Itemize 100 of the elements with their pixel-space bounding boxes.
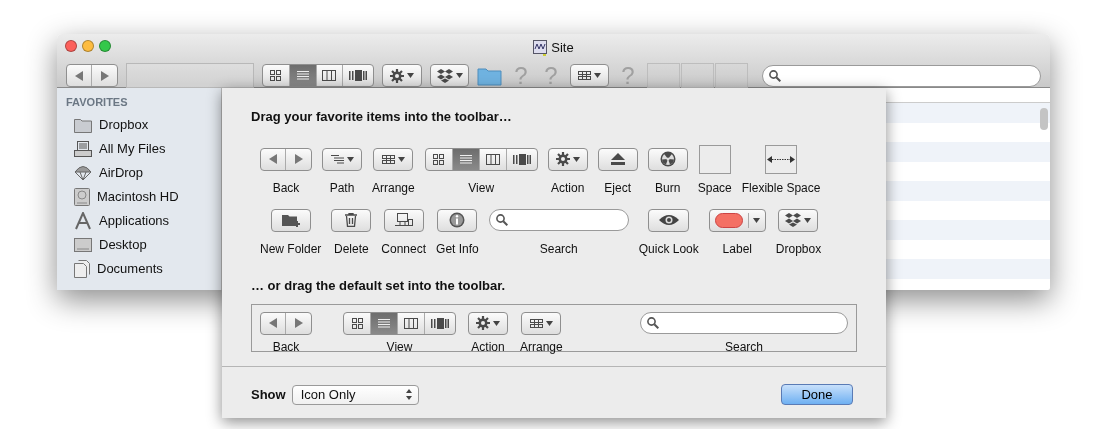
site-icon: [533, 40, 548, 56]
arrange-button[interactable]: [373, 147, 414, 171]
arrange-icon: [578, 71, 591, 80]
delete-button[interactable]: [331, 208, 372, 232]
action-button[interactable]: [382, 64, 422, 87]
done-button[interactable]: Done: [781, 384, 853, 405]
view-mode-control[interactable]: [262, 64, 374, 87]
flexible-space-placeholder[interactable]: [765, 144, 798, 174]
eye-icon: [658, 214, 679, 226]
search-field[interactable]: [762, 64, 1041, 87]
view-mode-segment[interactable]: [289, 65, 317, 86]
trash-icon: [345, 213, 358, 227]
eject-button[interactable]: [597, 147, 638, 171]
sidebar-item[interactable]: Macintosh HD: [57, 185, 221, 210]
parachute-icon: [74, 165, 92, 181]
item-label: Action: [551, 179, 585, 197]
close-button[interactable]: [65, 40, 77, 52]
new-folder-button[interactable]: [270, 208, 311, 232]
right-triangle-icon: [294, 318, 303, 328]
grid-icon: [433, 153, 445, 165]
view-mode-control[interactable]: [424, 147, 538, 171]
search-field[interactable]: [640, 312, 848, 334]
arrange-icon: [381, 154, 395, 164]
scrollbar-thumb[interactable]: [1040, 108, 1048, 130]
box-icon: [436, 68, 453, 83]
search-field[interactable]: [488, 209, 629, 231]
show-select[interactable]: Icon Only: [291, 384, 419, 405]
search-icon: [769, 69, 781, 82]
quick-look-button[interactable]: [648, 208, 690, 232]
item-label: Flexible Space: [741, 179, 821, 197]
folder-icon: [74, 117, 92, 133]
arrange-button[interactable]: [570, 64, 609, 87]
sidebar-item[interactable]: Desktop: [57, 233, 221, 258]
toolbar-slot: [681, 63, 714, 88]
caret-icon: [545, 320, 553, 326]
item-label: Dropbox: [775, 240, 822, 258]
action-button[interactable]: [547, 147, 588, 171]
search-icon: [647, 317, 659, 329]
item-label: Path: [329, 179, 355, 197]
coverflow-icon: [349, 70, 368, 81]
zoom-button[interactable]: [99, 40, 111, 52]
back-forward-control[interactable]: [260, 147, 312, 171]
coverflow-icon: [512, 153, 531, 165]
left-triangle-icon: [75, 70, 83, 81]
coverflow-icon: [431, 317, 449, 329]
caret-icon: [493, 320, 500, 326]
monitor-icon: [394, 213, 413, 227]
label-button[interactable]: [708, 208, 766, 232]
toolbar-slot: [647, 63, 680, 88]
item-label: Delete: [334, 240, 369, 258]
view-mode-control[interactable]: [343, 311, 456, 335]
item-label: Get Info: [436, 240, 479, 258]
caret-icon: [346, 156, 354, 162]
info-button[interactable]: [437, 208, 478, 232]
connect-button[interactable]: [383, 208, 424, 232]
item-label: Quick Look: [638, 240, 699, 258]
arrange-button[interactable]: [521, 311, 562, 335]
columns-icon: [404, 317, 418, 329]
back-forward-control[interactable]: [260, 311, 312, 335]
caret-icon: [572, 156, 580, 162]
item-label: View: [468, 179, 495, 197]
caret-icon: [753, 217, 761, 223]
updown-arrows-icon: [405, 389, 412, 400]
list-icon: [296, 70, 309, 81]
path-button[interactable]: [322, 147, 362, 171]
sidebar-item[interactable]: Documents: [57, 257, 221, 282]
gear-icon: [476, 316, 490, 330]
eject-icon: [610, 153, 625, 165]
sidebar-item[interactable]: All My Files: [57, 137, 221, 162]
sidebar-item[interactable]: Applications: [57, 209, 221, 234]
gear-icon: [390, 68, 404, 83]
indented-list-icon: [330, 153, 344, 165]
view-mode-segment[interactable]: [371, 312, 398, 334]
list-icon: [378, 317, 390, 329]
default-set-panel[interactable]: Back View Action Arrange Search: [251, 304, 857, 352]
list-icon: [459, 153, 472, 165]
document-icon: [74, 260, 90, 278]
compass-icon: [74, 212, 92, 230]
box-button[interactable]: [430, 64, 469, 87]
item-label: Connect: [381, 240, 427, 258]
box-button[interactable]: [778, 208, 819, 232]
burn-button[interactable]: [647, 147, 688, 171]
window-title: Site: [551, 39, 574, 58]
sidebar-item[interactable]: Dropbox: [57, 113, 221, 138]
label-pill-icon: [714, 212, 743, 228]
caret-icon: [397, 156, 405, 162]
action-button[interactable]: [468, 311, 508, 335]
gear-icon: [555, 152, 570, 166]
sidebar-item[interactable]: AirDrop: [57, 161, 221, 186]
sidebar-heading: FAVORITES: [65, 95, 129, 110]
toolbar-slot: [715, 63, 748, 88]
minimize-button[interactable]: [82, 40, 94, 52]
sheet-heading: … or drag the default set into the toolbar.: [250, 276, 507, 295]
back-forward-control[interactable]: [66, 64, 118, 87]
file-drawer-icon: [74, 141, 92, 157]
item-label: Arrange: [372, 179, 415, 197]
item-label: Back: [272, 179, 300, 197]
columns-icon: [485, 153, 500, 165]
view-mode-segment[interactable]: [452, 148, 480, 170]
grid-icon: [351, 317, 363, 329]
